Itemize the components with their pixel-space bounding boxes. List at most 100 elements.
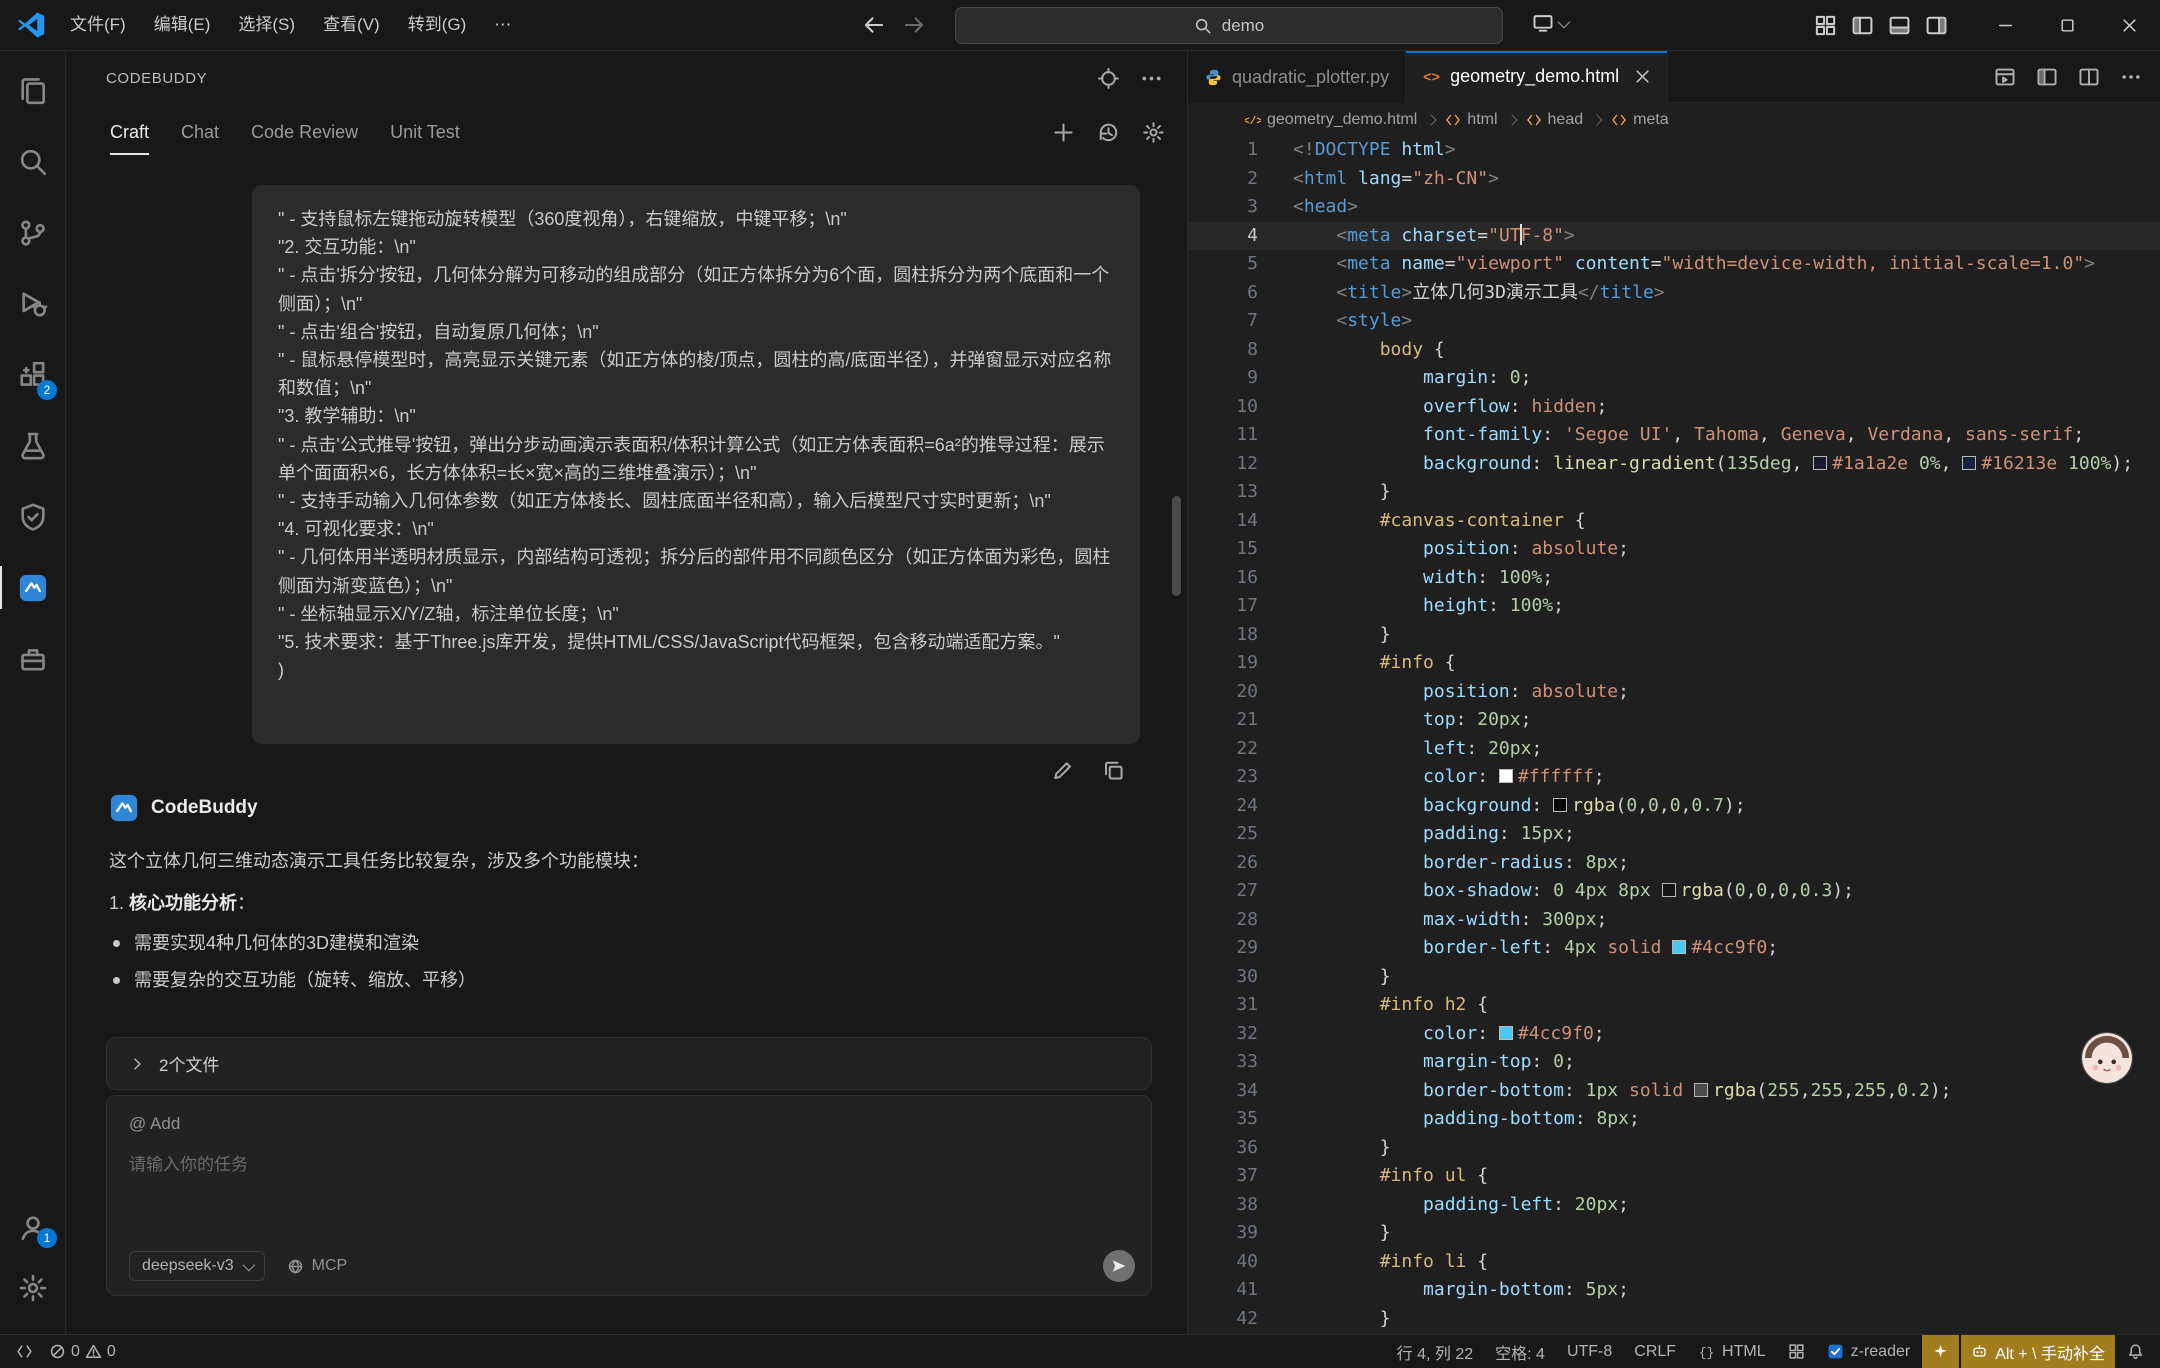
- code-line-6[interactable]: 6 <title>立体几何3D演示工具</title>: [1188, 279, 2160, 308]
- code-line-27[interactable]: 27 box-shadow: 0 4px 8px rgba(0,0,0,0.3)…: [1188, 877, 2160, 906]
- activity-item-search[interactable]: [0, 126, 65, 197]
- code-line-15[interactable]: 15 position: absolute;: [1188, 535, 2160, 564]
- code-line-37[interactable]: 37 #info ul {: [1188, 1162, 2160, 1191]
- code-line-21[interactable]: 21 top: 20px;: [1188, 706, 2160, 735]
- code-line-17[interactable]: 17 height: 100%;: [1188, 592, 2160, 621]
- remote-window-button[interactable]: [1532, 12, 1567, 34]
- model-selector[interactable]: deepseek-v3: [129, 1251, 265, 1281]
- activity-item-explorer[interactable]: [0, 55, 65, 126]
- status-eol[interactable]: CRLF: [1624, 1335, 1686, 1368]
- breadcrumb-item-meta[interactable]: meta: [1611, 111, 1669, 129]
- code-line-24[interactable]: 24 background: rgba(0,0,0,0.7);: [1188, 792, 2160, 821]
- code-line-2[interactable]: 2<html lang="zh-CN">: [1188, 165, 2160, 194]
- code-line-7[interactable]: 7 <style>: [1188, 307, 2160, 336]
- split-editor-icon[interactable]: [2078, 66, 2100, 88]
- code-line-23[interactable]: 23 color: #ffffff;: [1188, 763, 2160, 792]
- editor-tab-geometry_demo.html[interactable]: <>geometry_demo.html: [1406, 51, 1668, 103]
- code-line-19[interactable]: 19 #info {: [1188, 649, 2160, 678]
- code-line-31[interactable]: 31 #info h2 {: [1188, 991, 2160, 1020]
- panel-tab-chat[interactable]: Chat: [181, 122, 219, 147]
- menu-item-5[interactable]: ⋯: [480, 6, 525, 44]
- code-line-33[interactable]: 33 margin-top: 0;: [1188, 1048, 2160, 1077]
- status-cursor-position[interactable]: 行 4, 列 22: [1387, 1335, 1483, 1368]
- assistant-avatar[interactable]: [2081, 1032, 2133, 1084]
- status-keyboard-layout[interactable]: [1778, 1335, 1815, 1368]
- code-line-20[interactable]: 20 position: absolute;: [1188, 678, 2160, 707]
- code-line-5[interactable]: 5 <meta name="viewport" content="width=d…: [1188, 250, 2160, 279]
- activity-item-codebuddy[interactable]: [0, 552, 65, 623]
- code-line-25[interactable]: 25 padding: 15px;: [1188, 820, 2160, 849]
- panel-tab-unit-test[interactable]: Unit Test: [390, 122, 460, 147]
- editor-layout-icon[interactable]: [2036, 66, 2058, 88]
- customize-layout-icon[interactable]: [1814, 14, 1837, 37]
- code-line-4[interactable]: 4 <meta charset="UTF-8">: [1188, 222, 2160, 251]
- toggle-sidebar-icon[interactable]: [1851, 14, 1874, 37]
- copy-message-icon[interactable]: [1102, 759, 1125, 782]
- panel-settings-icon[interactable]: [1142, 121, 1165, 144]
- task-input[interactable]: 请输入你的任务: [129, 1150, 1129, 1175]
- code-line-28[interactable]: 28 max-width: 300px;: [1188, 906, 2160, 935]
- breadcrumb-item-html[interactable]: html: [1445, 111, 1497, 129]
- activity-item-settings[interactable]: [0, 1258, 65, 1318]
- code-line-38[interactable]: 38 padding-left: 20px;: [1188, 1191, 2160, 1220]
- status-encoding[interactable]: UTF-8: [1557, 1335, 1622, 1368]
- code-line-32[interactable]: 32 color: #4cc9f0;: [1188, 1020, 2160, 1049]
- activity-item-toolbox[interactable]: [0, 623, 65, 694]
- code-line-40[interactable]: 40 #info li {: [1188, 1248, 2160, 1277]
- code-line-9[interactable]: 9 margin: 0;: [1188, 364, 2160, 393]
- close-button[interactable]: [2098, 0, 2160, 51]
- menu-item-2[interactable]: 选择(S): [224, 6, 309, 44]
- files-collapsible[interactable]: 2个文件: [106, 1037, 1152, 1090]
- send-button[interactable]: [1103, 1250, 1135, 1282]
- breadcrumb-item-head[interactable]: head: [1526, 111, 1584, 129]
- code-line-3[interactable]: 3<head>: [1188, 193, 2160, 222]
- code-line-39[interactable]: 39 }: [1188, 1219, 2160, 1248]
- remote-indicator[interactable]: [10, 1335, 39, 1368]
- code-line-16[interactable]: 16 width: 100%;: [1188, 564, 2160, 593]
- code-line-12[interactable]: 12 background: linear-gradient(135deg, #…: [1188, 450, 2160, 479]
- code-line-18[interactable]: 18 }: [1188, 621, 2160, 650]
- minimize-button[interactable]: [1974, 0, 2036, 51]
- code-line-41[interactable]: 41 margin-bottom: 5px;: [1188, 1276, 2160, 1305]
- mcp-button[interactable]: MCP: [287, 1257, 348, 1275]
- new-session-icon[interactable]: [1052, 121, 1075, 144]
- activity-item-source-control[interactable]: [0, 197, 65, 268]
- panel-tab-code-review[interactable]: Code Review: [251, 122, 358, 147]
- menu-item-4[interactable]: 转到(G): [394, 6, 481, 44]
- code-line-10[interactable]: 10 overflow: hidden;: [1188, 393, 2160, 422]
- status-indentation[interactable]: 空格: 4: [1485, 1335, 1555, 1368]
- breadcrumb[interactable]: </>geometry_demo.html html head meta: [1188, 103, 2160, 136]
- maximize-button[interactable]: [2036, 0, 2098, 51]
- status-notifications[interactable]: [2117, 1335, 2154, 1368]
- menu-item-0[interactable]: 文件(F): [56, 6, 140, 44]
- code-line-36[interactable]: 36 }: [1188, 1134, 2160, 1163]
- code-editor[interactable]: 1<!DOCTYPE html>2<html lang="zh-CN">3<he…: [1188, 136, 2160, 1334]
- code-line-8[interactable]: 8 body {: [1188, 336, 2160, 365]
- menu-item-3[interactable]: 查看(V): [309, 6, 394, 44]
- breadcrumb-item-geometry_demo.html[interactable]: </>geometry_demo.html: [1245, 111, 1417, 129]
- panel-scrollbar[interactable]: [1172, 496, 1181, 596]
- command-center-search[interactable]: demo: [955, 7, 1503, 44]
- activity-item-extensions[interactable]: 2: [0, 339, 65, 410]
- status-z-reader[interactable]: z-reader: [1817, 1335, 1921, 1368]
- forward-arrow-icon[interactable]: [902, 13, 926, 37]
- code-line-35[interactable]: 35 padding-bottom: 8px;: [1188, 1105, 2160, 1134]
- edit-message-icon[interactable]: [1051, 759, 1074, 782]
- task-composer[interactable]: @ Add 请输入你的任务 deepseek-v3 MCP: [106, 1095, 1152, 1296]
- toggle-secondary-sidebar-icon[interactable]: [1925, 14, 1948, 37]
- status-ai-sparkle[interactable]: [1922, 1335, 1959, 1368]
- editor-more-icon[interactable]: [2120, 66, 2142, 88]
- user-prompt-message[interactable]: " - 支持鼠标左键拖动旋转模型（360度视角），右键缩放，中键平移；\n""2…: [252, 185, 1140, 744]
- open-preview-icon[interactable]: [1994, 66, 2016, 88]
- activity-item-accounts[interactable]: 1: [0, 1198, 65, 1258]
- code-line-30[interactable]: 30 }: [1188, 963, 2160, 992]
- code-line-34[interactable]: 34 border-bottom: 1px solid rgba(255,255…: [1188, 1077, 2160, 1106]
- code-line-22[interactable]: 22 left: 20px;: [1188, 735, 2160, 764]
- menu-item-1[interactable]: 编辑(E): [140, 6, 225, 44]
- code-line-11[interactable]: 11 font-family: 'Segoe UI', Tahoma, Gene…: [1188, 421, 2160, 450]
- activity-item-run-debug[interactable]: [0, 268, 65, 339]
- activity-item-codebuddy-agent[interactable]: [0, 481, 65, 552]
- status-language-mode[interactable]: {}HTML: [1688, 1335, 1776, 1368]
- focus-target-icon[interactable]: [1097, 67, 1120, 90]
- activity-item-testing[interactable]: [0, 410, 65, 481]
